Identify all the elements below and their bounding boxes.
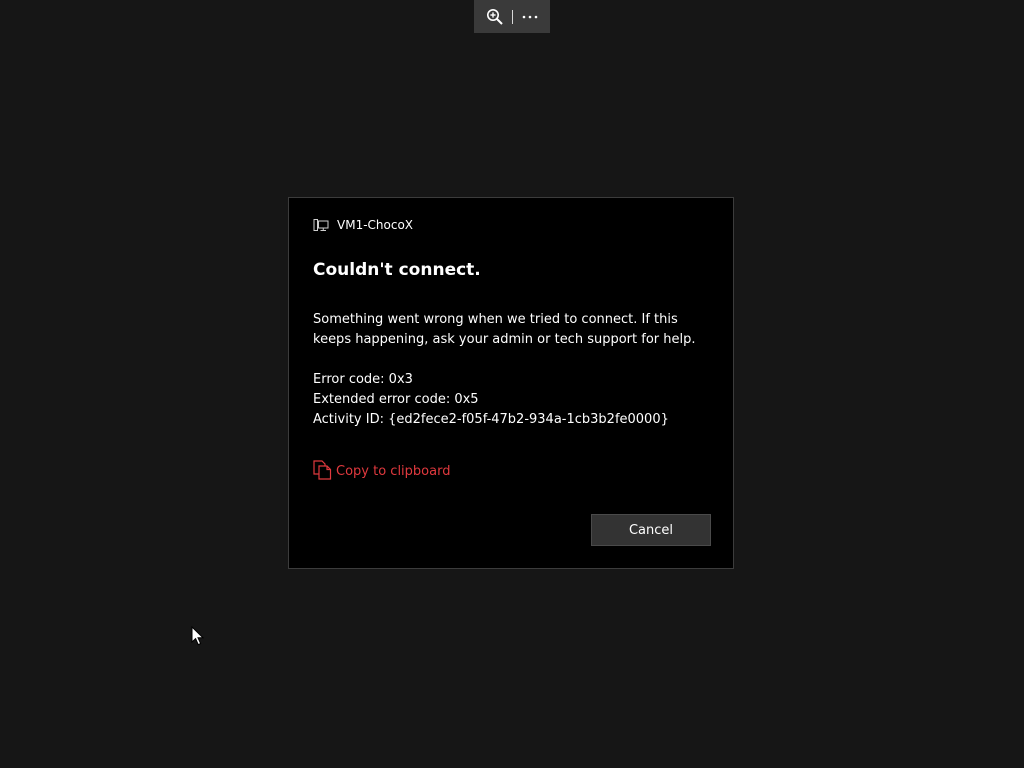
copy-to-clipboard-link[interactable]: Copy to clipboard (313, 460, 450, 480)
zoom-in-icon (486, 8, 503, 25)
connection-name: VM1-ChocoX (337, 218, 414, 232)
connection-header: VM1-ChocoX (313, 217, 413, 233)
copy-to-clipboard-label: Copy to clipboard (336, 464, 451, 479)
dialog-title: Couldn't connect. (313, 260, 481, 280)
more-options-icon (522, 15, 537, 18)
error-details: Error code: 0x3 Extended error code: 0x5… (313, 370, 713, 430)
connection-toolbar (474, 0, 550, 33)
mouse-pointer-icon (191, 626, 205, 646)
cancel-button[interactable]: Cancel (591, 514, 711, 546)
remote-desktop-screen: VM1-ChocoX Couldn't connect. Something w… (0, 0, 1024, 768)
error-code: Error code: 0x3 (313, 372, 413, 387)
copy-icon (313, 460, 332, 480)
activity-id: Activity ID: {ed2fece2-f05f-47b2-934a-1c… (313, 412, 669, 427)
more-options-button[interactable] (514, 0, 546, 33)
remote-pc-icon (313, 219, 329, 231)
connection-error-dialog: VM1-ChocoX Couldn't connect. Something w… (288, 197, 734, 569)
extended-error-code: Extended error code: 0x5 (313, 392, 479, 407)
error-message: Something went wrong when we tried to co… (313, 312, 696, 347)
zoom-button[interactable] (479, 0, 511, 33)
toolbar-divider (511, 9, 513, 24)
